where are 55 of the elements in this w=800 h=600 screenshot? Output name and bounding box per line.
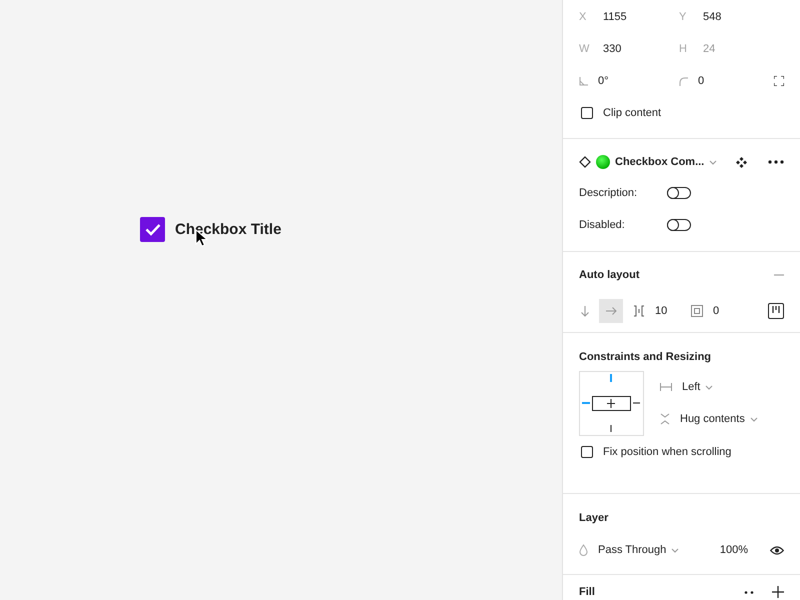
field-label: Y bbox=[679, 11, 688, 23]
field-label: H bbox=[679, 43, 688, 55]
section-title: Auto layout bbox=[579, 269, 640, 281]
angle-icon bbox=[579, 76, 588, 86]
dropdown[interactable]: Left bbox=[682, 381, 700, 393]
checkbox[interactable] bbox=[581, 446, 593, 458]
dropdown[interactable]: Hug contents bbox=[680, 413, 745, 425]
vertical-resize-icon bbox=[660, 413, 670, 425]
section-title: Fill bbox=[579, 586, 595, 598]
plus-icon[interactable] bbox=[772, 586, 784, 598]
chevron-down-icon[interactable] bbox=[709, 160, 718, 164]
blend-mode-dropdown[interactable]: Pass Through bbox=[598, 544, 666, 556]
value-field[interactable]: 0 bbox=[698, 75, 704, 87]
chevron-down-icon[interactable] bbox=[750, 416, 758, 422]
value-field[interactable]: 548 bbox=[703, 11, 722, 23]
checkbox[interactable] bbox=[140, 217, 165, 242]
eye-icon[interactable] bbox=[770, 546, 784, 554]
opacity-field[interactable]: 100% bbox=[720, 544, 748, 556]
value-field[interactable]: 0 bbox=[713, 305, 720, 317]
corner-radius-icon bbox=[679, 76, 688, 86]
property-label: Description: bbox=[579, 187, 638, 199]
spacing-icon bbox=[633, 305, 645, 317]
component-icon[interactable] bbox=[736, 156, 747, 168]
field-label: W bbox=[579, 43, 590, 55]
constraints-widget[interactable] bbox=[579, 371, 644, 436]
horizontal-constraint-icon bbox=[660, 383, 672, 391]
value-field[interactable]: 1155 bbox=[603, 11, 627, 23]
drop-icon bbox=[579, 544, 588, 556]
checkbox-label: Clip content bbox=[603, 107, 662, 119]
check-icon bbox=[144, 223, 160, 236]
alignment-icon[interactable] bbox=[768, 303, 784, 319]
property-label: Disabled: bbox=[579, 219, 626, 231]
checkbox-label: Fix position when scrolling bbox=[603, 446, 732, 458]
section-title: Layer bbox=[579, 511, 610, 526]
more-icon[interactable] bbox=[768, 160, 784, 164]
padding-icon bbox=[691, 305, 703, 317]
arrow-right-icon bbox=[605, 305, 617, 317]
grid-dots-icon[interactable] bbox=[744, 590, 754, 594]
diamond-icon bbox=[579, 156, 591, 168]
minus-icon[interactable] bbox=[774, 274, 784, 276]
field-label: X bbox=[579, 11, 588, 23]
chevron-down-icon[interactable] bbox=[671, 548, 680, 552]
status-dot-icon bbox=[596, 155, 610, 169]
checkbox[interactable] bbox=[581, 107, 593, 119]
arrow-down-icon bbox=[579, 305, 591, 317]
value-field[interactable]: 330 bbox=[603, 43, 622, 55]
chevron-down-icon[interactable] bbox=[705, 384, 714, 390]
toggle-switch[interactable] bbox=[667, 219, 691, 231]
component-name[interactable]: Checkbox Com... bbox=[615, 156, 704, 168]
expand-icon[interactable] bbox=[774, 76, 784, 86]
section-title: Constraints and Resizing bbox=[579, 350, 712, 365]
toggle-switch[interactable] bbox=[667, 187, 691, 199]
value-field[interactable]: 0° bbox=[598, 75, 609, 87]
checkbox-label: Checkbox Title bbox=[175, 221, 282, 238]
value-field[interactable]: 10 bbox=[655, 305, 681, 317]
